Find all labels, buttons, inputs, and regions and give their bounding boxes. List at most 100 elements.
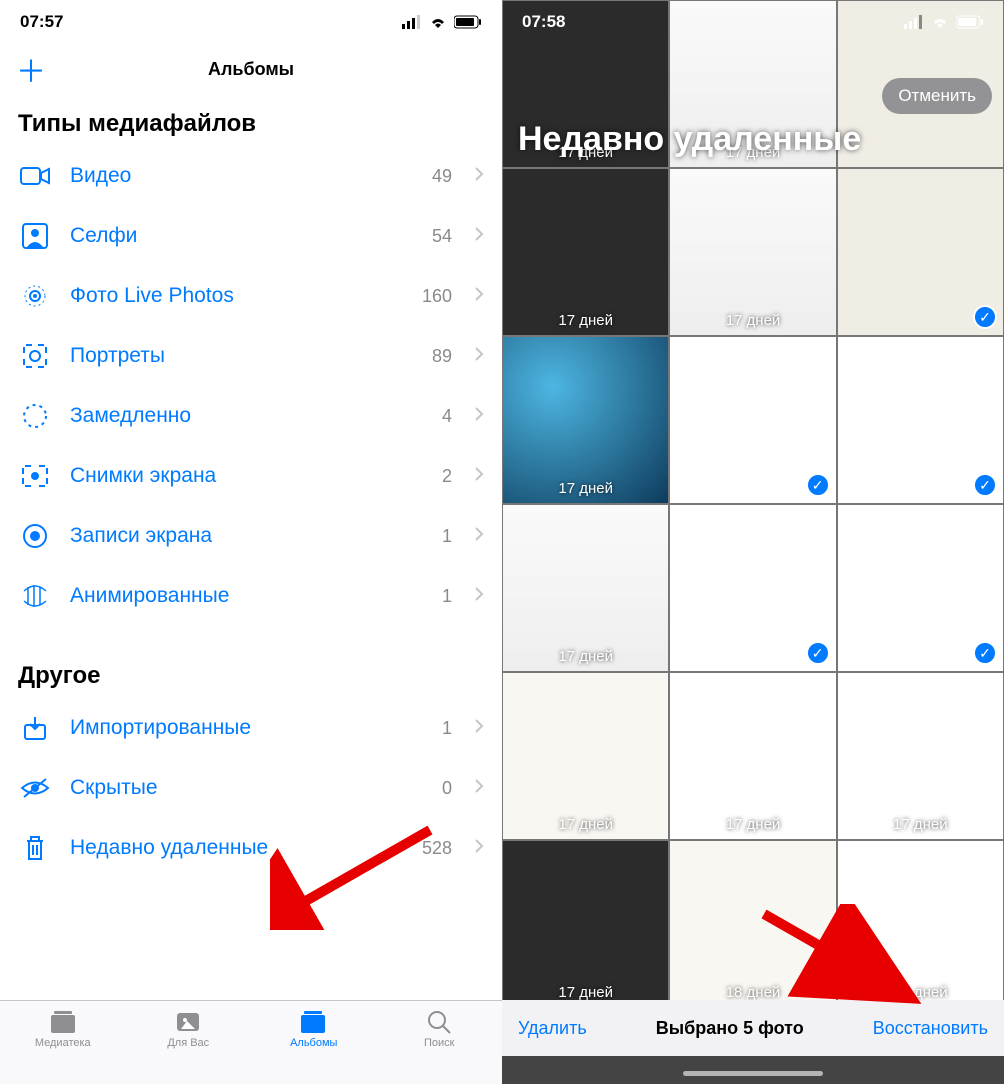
tab-for-you[interactable]: Для Вас — [126, 1001, 252, 1084]
chevron-right-icon — [474, 718, 484, 739]
tab-label: Медиатека — [35, 1037, 91, 1049]
photo-thumbnail[interactable]: ✓ — [837, 336, 1004, 504]
selected-checkmark-icon: ✓ — [806, 473, 830, 497]
chevron-right-icon — [474, 346, 484, 367]
album-row-live[interactable]: Фото Live Photos 160 — [0, 266, 502, 326]
chevron-right-icon — [474, 778, 484, 799]
photo-thumbnail[interactable]: ✓ — [669, 504, 836, 672]
hidden-icon — [18, 777, 52, 799]
days-remaining: 17 дней — [503, 312, 668, 329]
album-row-label: Анимированные — [70, 584, 424, 608]
tab-search[interactable]: Поиск — [377, 1001, 503, 1084]
photo-thumbnail[interactable]: ✓ — [669, 336, 836, 504]
photo-thumbnail[interactable]: 17 дней — [669, 168, 836, 336]
album-row-trash[interactable]: Недавно удаленные 528 — [0, 818, 502, 878]
album-row-import[interactable]: Импортированные 1 — [0, 698, 502, 758]
live-icon — [18, 282, 52, 310]
days-remaining: 17 дней — [670, 312, 835, 329]
tab-bar: Медиатека Для Вас Альбомы Поиск — [0, 1000, 502, 1084]
chevron-right-icon — [474, 286, 484, 307]
battery-icon — [454, 15, 482, 29]
photo-thumbnail[interactable]: 17 дней — [837, 672, 1004, 840]
album-row-hidden[interactable]: Скрытые 0 — [0, 758, 502, 818]
slowmo-icon — [18, 402, 52, 430]
albums-icon — [299, 1009, 329, 1035]
wifi-icon — [428, 15, 448, 29]
status-icons — [904, 15, 984, 29]
tab-label: Альбомы — [290, 1037, 337, 1049]
selected-checkmark-icon: ✓ — [973, 305, 997, 329]
add-button[interactable]: ＋ — [16, 47, 46, 91]
album-row-label: Скрытые — [70, 776, 424, 800]
status-time: 07:57 — [20, 12, 63, 32]
selection-count: Выбрано 5 фото — [656, 1018, 804, 1039]
status-bar: 07:57 — [0, 0, 502, 44]
home-indicator — [683, 1071, 823, 1076]
album-row-animated[interactable]: Анимированные 1 — [0, 566, 502, 626]
status-bar: 07:58 — [502, 0, 1004, 44]
chevron-right-icon — [474, 406, 484, 427]
albums-title: Альбомы — [208, 59, 294, 80]
album-row-label: Недавно удаленные — [70, 836, 404, 860]
tab-albums[interactable]: Альбомы — [251, 1001, 377, 1084]
foryou-icon — [173, 1009, 203, 1035]
days-remaining: 17 дней — [670, 816, 835, 833]
photo-thumbnail[interactable]: ✓ — [837, 168, 1004, 336]
days-remaining: 17 дней — [838, 816, 1003, 833]
action-bar: Удалить Выбрано 5 фото Восстановить — [502, 1000, 1004, 1056]
photo-thumbnail[interactable]: 18 дней — [669, 840, 836, 1008]
album-row-label: Видео — [70, 164, 414, 188]
status-time: 07:58 — [522, 12, 565, 32]
cancel-button[interactable]: Отменить — [882, 78, 992, 114]
album-row-screenrec[interactable]: Записи экрана 1 — [0, 506, 502, 566]
chevron-right-icon — [474, 838, 484, 859]
album-row-selfie[interactable]: Селфи 54 — [0, 206, 502, 266]
album-row-count: 54 — [432, 226, 452, 247]
album-row-count: 1 — [442, 586, 452, 607]
album-row-label: Фото Live Photos — [70, 284, 404, 308]
section-media-types: Типы медиафайлов — [0, 94, 502, 146]
delete-button[interactable]: Удалить — [518, 1018, 587, 1039]
status-icons — [402, 15, 482, 29]
album-row-label: Снимки экрана — [70, 464, 424, 488]
portrait-icon — [18, 343, 52, 369]
import-icon — [18, 715, 52, 741]
photo-thumbnail[interactable]: 17 дней — [502, 336, 669, 504]
library-icon — [48, 1009, 78, 1035]
album-row-count: 4 — [442, 406, 452, 427]
wifi-icon — [930, 15, 950, 29]
album-row-label: Записи экрана — [70, 524, 424, 548]
restore-button[interactable]: Восстановить — [873, 1018, 988, 1039]
chevron-right-icon — [474, 166, 484, 187]
photo-thumbnail[interactable]: ✓ — [837, 504, 1004, 672]
section-other: Другое — [0, 646, 502, 698]
albums-header: ＋ Альбомы — [0, 44, 502, 94]
album-row-slowmo[interactable]: Замедленно 4 — [0, 386, 502, 446]
battery-icon — [956, 15, 984, 29]
album-row-count: 1 — [442, 718, 452, 739]
album-row-video[interactable]: Видео 49 — [0, 146, 502, 206]
days-remaining: 18 дней — [670, 984, 835, 1001]
photo-thumbnail[interactable]: 18 дней — [837, 840, 1004, 1008]
days-remaining: 18 дней — [838, 984, 1003, 1001]
selected-checkmark-icon: ✓ — [806, 641, 830, 665]
days-remaining: 17 дней — [503, 816, 668, 833]
search-icon — [424, 1009, 454, 1035]
photo-thumbnail[interactable]: 17 дней — [669, 672, 836, 840]
album-row-label: Импортированные — [70, 716, 424, 740]
chevron-right-icon — [474, 586, 484, 607]
photo-thumbnail[interactable]: 17 дней — [502, 168, 669, 336]
tab-library[interactable]: Медиатека — [0, 1001, 126, 1084]
screenrec-icon — [18, 523, 52, 549]
recently-deleted-screen: 17 дней17 дней17 дней17 дней✓17 дней✓✓17… — [502, 0, 1004, 1084]
photo-thumbnail[interactable]: 17 дней — [502, 504, 669, 672]
photo-thumbnail[interactable]: 17 дней — [502, 840, 669, 1008]
album-row-count: 160 — [422, 286, 452, 307]
album-row-count: 528 — [422, 838, 452, 859]
photo-thumbnail[interactable]: 17 дней — [502, 672, 669, 840]
album-row-portrait[interactable]: Портреты 89 — [0, 326, 502, 386]
album-row-screenshot[interactable]: Снимки экрана 2 — [0, 446, 502, 506]
screenshot-icon — [18, 464, 52, 488]
album-row-count: 2 — [442, 466, 452, 487]
photo-grid: 17 дней17 дней17 дней17 дней✓17 дней✓✓17… — [502, 0, 1004, 1084]
